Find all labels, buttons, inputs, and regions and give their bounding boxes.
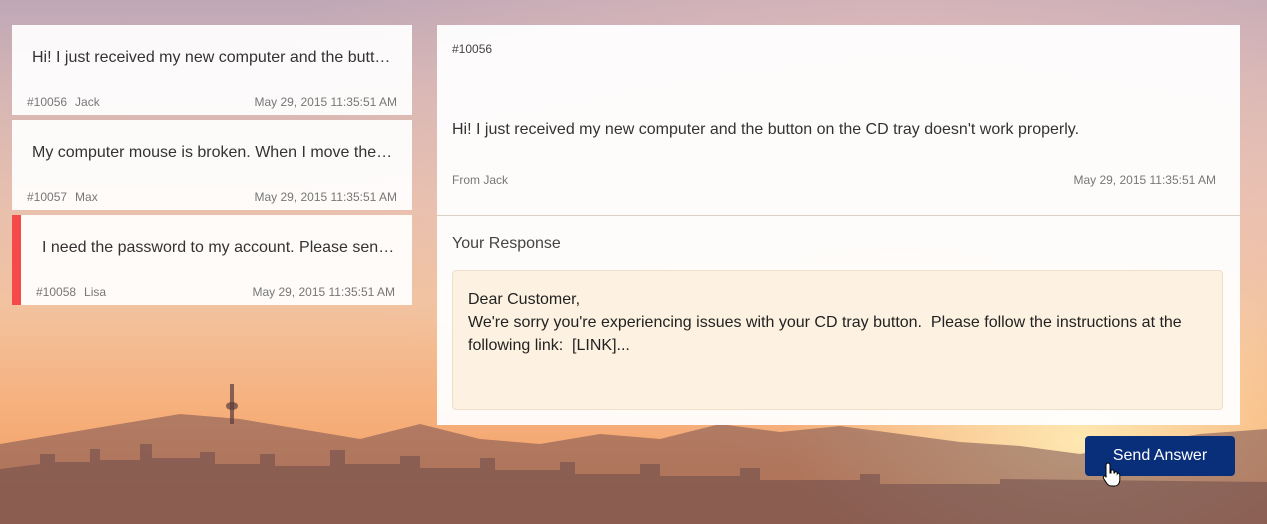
ticket-message: My computer mouse is broken. When I move… (32, 144, 396, 161)
ticket-customer: Max (75, 190, 98, 204)
hand-pointer-icon (1102, 462, 1121, 487)
ticket-message: I need the password to my account. Pleas… (42, 239, 396, 256)
ticket-item[interactable]: Hi! I just received my new computer and … (12, 25, 412, 115)
ticket-customer: Jack (75, 95, 100, 109)
divider (437, 215, 1240, 216)
ticket-id: #10058 (36, 285, 77, 299)
ticket-item[interactable]: My computer mouse is broken. When I move… (12, 120, 412, 210)
detail-from: From Jack (452, 173, 509, 187)
ticket-date: May 29, 2015 11:35:51 AM (252, 285, 395, 299)
ticket-date: May 29, 2015 11:35:51 AM (254, 190, 397, 204)
ticket-id: #10056 (27, 95, 68, 109)
ticket-message: Hi! I just received my new computer and … (32, 49, 396, 66)
ticket-detail-panel: #10056 Hi! I just received my new comput… (437, 25, 1240, 425)
detail-date: May 29, 2015 11:35:51 AM (1073, 173, 1216, 187)
ticket-id: #10057 (27, 190, 68, 204)
detail-message: Hi! I just received my new computer and … (452, 121, 1080, 138)
response-textarea[interactable]: Dear Customer, We're sorry you're experi… (452, 270, 1223, 410)
ticket-date: May 29, 2015 11:35:51 AM (254, 95, 397, 109)
ticket-customer: Lisa (84, 285, 107, 299)
detail-ticket-id: #10056 (452, 42, 493, 56)
response-label: Your Response (452, 235, 561, 252)
ticket-item-selected[interactable]: I need the password to my account. Pleas… (12, 215, 412, 305)
